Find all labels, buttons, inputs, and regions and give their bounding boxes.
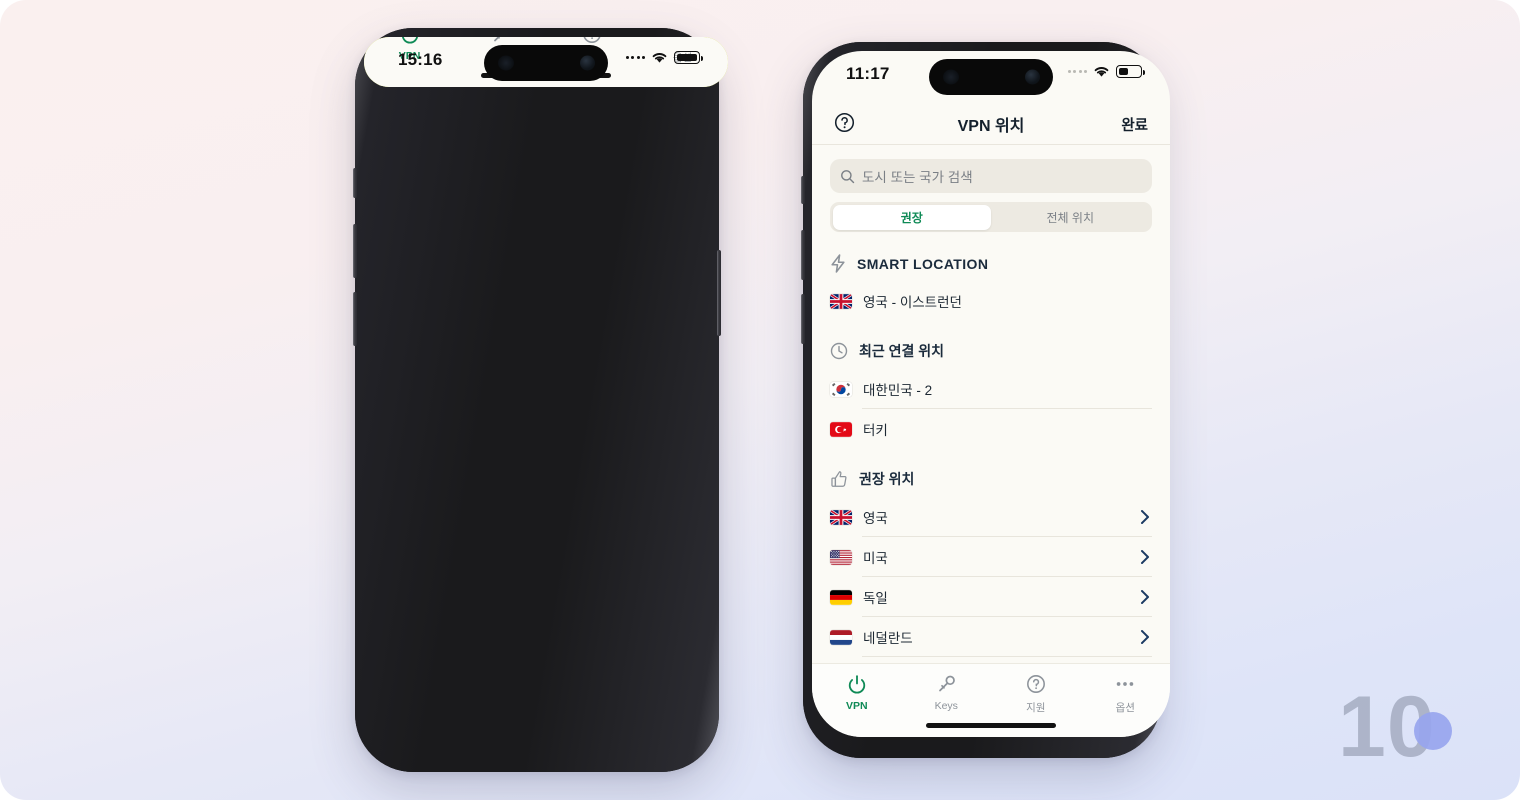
status-time: 11:17 xyxy=(846,64,890,83)
tab-label: VPN xyxy=(845,700,868,712)
silent-switch[interactable] xyxy=(353,168,357,198)
wifi-icon xyxy=(1094,67,1109,77)
list-item[interactable]: 미국 xyxy=(812,537,1170,577)
segment-recommended[interactable]: 권장 xyxy=(832,204,991,230)
vpn-locations-navbar: VPN 위치 완료 xyxy=(812,101,1170,145)
section-title: 최근 연결 위치 xyxy=(859,343,945,359)
flag-kr-icon xyxy=(830,381,852,397)
tab-label: 옵션 xyxy=(1115,702,1135,714)
location-name: 대한민국 - 2 xyxy=(863,383,933,398)
location-name: 네덜란드 xyxy=(863,631,913,646)
clock-icon xyxy=(830,342,848,360)
dynamic-island xyxy=(929,59,1053,95)
status-indicators xyxy=(625,51,703,64)
power-icon xyxy=(847,674,867,694)
left-status-bar: 15:16 xyxy=(364,37,728,87)
bolt-icon xyxy=(830,254,846,273)
flag-gb-icon xyxy=(830,509,852,525)
speaker-icon xyxy=(943,69,959,85)
tab-label: 지원 xyxy=(1026,702,1046,714)
volume-up-button[interactable] xyxy=(353,224,357,278)
segment-all[interactable]: 전체 위치 xyxy=(991,205,1150,230)
watermark-dot-icon xyxy=(1414,712,1452,750)
power-side-button[interactable] xyxy=(717,250,721,336)
left-phone-device: 15:16 VPN xyxy=(353,28,728,772)
list-item[interactable]: 터키 xyxy=(812,409,1170,449)
search-placeholder: 도시 또는 국가 검색 xyxy=(862,170,973,185)
right-phone-screen: 11:17 VPN 위치 완료 도시 또는 국가 검색 권장 전체 위치 SMA… xyxy=(812,51,1170,737)
battery-icon xyxy=(674,51,703,64)
front-camera-icon xyxy=(1025,69,1040,85)
location-name: 영국 xyxy=(863,511,888,526)
chevron-right-icon[interactable] xyxy=(1140,589,1150,605)
screenshot-canvas: 15:16 VPN 11:17 VPN 위치 완료 도시 또는 국가 검색 권장… xyxy=(0,0,1520,800)
cellular-dots-icon xyxy=(1067,70,1087,73)
tab-vpn[interactable]: VPN xyxy=(812,674,902,712)
section-title: SMART LOCATION xyxy=(857,255,989,272)
tab-keys[interactable]: Keys xyxy=(902,674,992,712)
key-icon xyxy=(935,674,957,694)
flag-nl-icon xyxy=(830,629,852,645)
list-item[interactable]: 영국 xyxy=(812,497,1170,537)
cellular-dots-icon xyxy=(625,56,645,59)
tab-옵션[interactable]: 옵션 xyxy=(1081,674,1171,715)
right-status-bar: 11:17 xyxy=(812,51,1170,101)
status-time: 15:16 xyxy=(398,50,443,69)
tab-label: Keys xyxy=(934,700,958,712)
section-title: 권장 위치 xyxy=(859,471,915,487)
flag-tr-icon xyxy=(830,421,852,437)
silent-switch[interactable] xyxy=(801,176,805,204)
search-icon xyxy=(840,169,855,184)
chevron-right-icon[interactable] xyxy=(1140,549,1150,565)
volume-up-button[interactable] xyxy=(801,230,805,280)
location-name: 터키 xyxy=(863,423,888,438)
location-scope-segmented-control: 권장 전체 위치 xyxy=(830,202,1152,232)
tab-지원[interactable]: 지원 xyxy=(991,674,1081,715)
section-header: 권장 위치 xyxy=(812,459,1170,497)
status-indicators xyxy=(1067,65,1145,78)
location-name: 미국 xyxy=(863,551,888,566)
location-name: 영국 - 이스트런던 xyxy=(863,295,962,310)
thumbs-up-icon xyxy=(830,470,848,488)
wifi-icon xyxy=(652,53,667,63)
list-item[interactable]: 대한민국 - 2 xyxy=(812,369,1170,409)
left-phone-screen: 15:16 VPN xyxy=(364,37,728,87)
volume-down-button[interactable] xyxy=(801,294,805,344)
right-phone-device: 11:17 VPN 위치 완료 도시 또는 국가 검색 권장 전체 위치 SMA… xyxy=(801,42,1170,758)
brand-watermark: 10 xyxy=(1338,684,1478,770)
list-item[interactable]: 영국 - 이스트런던 xyxy=(812,281,1170,321)
dynamic-island xyxy=(484,45,608,81)
done-button[interactable]: 완료 xyxy=(1121,114,1148,135)
list-item[interactable]: 네덜란드 xyxy=(812,617,1170,657)
section-header: 최근 연결 위치 xyxy=(812,331,1170,369)
battery-icon xyxy=(1116,65,1145,78)
page-title: VPN 위치 xyxy=(957,118,1025,135)
home-indicator[interactable] xyxy=(926,723,1056,728)
question-circle-icon xyxy=(1026,674,1046,694)
list-item[interactable]: 독일 xyxy=(812,577,1170,617)
chevron-right-icon[interactable] xyxy=(1140,509,1150,525)
flag-gb-icon xyxy=(830,293,852,309)
flag-us-icon xyxy=(830,549,852,565)
location-name: 독일 xyxy=(863,591,888,606)
chevron-right-icon[interactable] xyxy=(1140,629,1150,645)
flag-de-icon xyxy=(830,589,852,605)
search-input[interactable]: 도시 또는 국가 검색 xyxy=(830,159,1152,193)
section-header: SMART LOCATION xyxy=(812,244,1170,281)
volume-down-button[interactable] xyxy=(353,292,357,346)
ellipsis-icon xyxy=(1114,674,1136,694)
speaker-icon xyxy=(498,55,514,71)
front-camera-icon xyxy=(580,55,595,71)
